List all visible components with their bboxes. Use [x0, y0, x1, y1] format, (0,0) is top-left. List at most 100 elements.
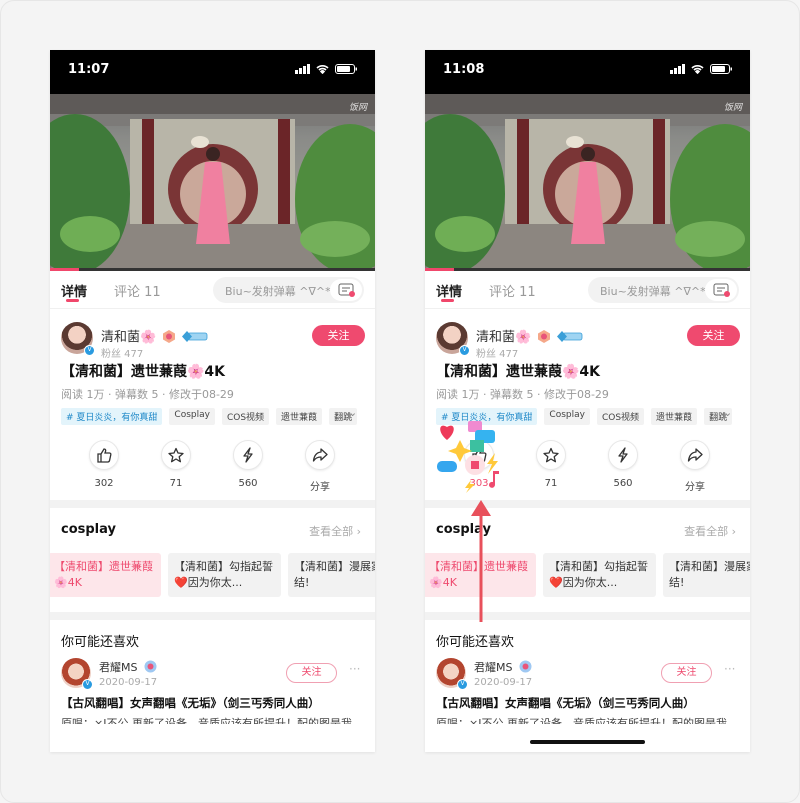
- verified-icon: V: [459, 345, 470, 356]
- danmaku-icon: [338, 283, 355, 297]
- view-all-link[interactable]: 查看全部 ›: [684, 523, 736, 539]
- gamepad-icon: [437, 461, 457, 472]
- share-button[interactable]: 分享: [680, 440, 710, 493]
- follow-button[interactable]: 关注: [687, 325, 740, 346]
- fans-count: 粉丝 477: [476, 349, 519, 360]
- tab-detail[interactable]: 详情: [61, 281, 87, 300]
- recommend-user-name[interactable]: 君耀MS: [474, 659, 532, 675]
- home-indicator[interactable]: [530, 740, 645, 744]
- tag[interactable]: COS视频: [221, 408, 270, 425]
- video-frame: [425, 94, 750, 268]
- tab-comments[interactable]: 评论 11: [114, 281, 161, 300]
- recommend-follow-button[interactable]: 关注: [286, 663, 337, 683]
- verified-icon: V: [82, 679, 93, 690]
- video-frame: [50, 94, 375, 268]
- heart-icon: [440, 425, 454, 440]
- status-icons: [295, 64, 357, 74]
- tag[interactable]: 遗世蒹葭: [276, 408, 323, 425]
- signal-icon: [670, 64, 685, 74]
- share-icon: [687, 448, 703, 462]
- user-badge-icon: [144, 660, 157, 673]
- more-options-icon[interactable]: ···: [724, 662, 735, 676]
- video-watermark: 饭网: [348, 103, 367, 113]
- video-player[interactable]: 饭网: [50, 94, 375, 268]
- author-name[interactable]: 清和菌🌸: [476, 326, 583, 345]
- wifi-icon: [316, 65, 329, 74]
- phone-screen-after: 11:08 饭网 详情 评论 11 Biu~发射弹幕 ^∇^* V 清和菌🌸 粉…: [425, 50, 750, 752]
- tag[interactable]: 遗世蒹葭: [651, 408, 698, 425]
- recommend-post-date: 2020-09-17: [99, 677, 158, 688]
- collection-card[interactable]: 【清和菌】漫展家集结!: [663, 553, 750, 597]
- recommend-follow-button[interactable]: 关注: [661, 663, 712, 683]
- recommend-user-avatar[interactable]: V: [61, 658, 93, 690]
- tag[interactable]: COS视频: [596, 408, 645, 425]
- collection-card[interactable]: 【清和菌】勾指起誓❤️因为你太...: [543, 553, 656, 597]
- status-bar: 11:08: [425, 50, 750, 94]
- tag[interactable]: Cosplay: [169, 408, 215, 425]
- post-meta: 阅读 1万 · 弹幕数 5 · 修改于08-29: [61, 388, 234, 401]
- charge-count: 560: [613, 478, 633, 489]
- recommend-user-name[interactable]: 君耀MS: [99, 659, 157, 675]
- tag-list: # 夏日炎炎，有你真甜 Cosplay COS视频 遗世蒹葭 翻跳: [61, 408, 358, 425]
- lightning-icon: [618, 447, 628, 463]
- post-title: 【清和菌】遗世蒹葭🌸4K: [61, 364, 226, 380]
- danmaku-input[interactable]: Biu~发射弹幕 ^∇^*: [588, 277, 739, 303]
- like-button[interactable]: 302: [89, 440, 119, 489]
- fans-count: 粉丝 477: [101, 349, 144, 360]
- tab-indicator: [441, 299, 454, 302]
- share-label: 分享: [310, 482, 330, 493]
- chevron-down-icon[interactable]: ⌄: [348, 406, 357, 419]
- collection-card[interactable]: 【清和菌】勾指起誓❤️因为你太...: [168, 553, 281, 597]
- share-icon: [312, 448, 328, 462]
- author-name-text: 清和菌🌸: [476, 330, 532, 345]
- danmaku-toggle-button[interactable]: [705, 279, 737, 301]
- status-time: 11:08: [443, 62, 485, 77]
- section-divider: [50, 612, 375, 620]
- tab-bar: 详情 评论 11 Biu~发射弹幕 ^∇^*: [425, 271, 750, 309]
- tab-detail[interactable]: 详情: [436, 281, 462, 300]
- author-avatar[interactable]: V: [61, 322, 95, 356]
- status-icons: [670, 64, 732, 74]
- danmaku-placeholder: Biu~发射弹幕 ^∇^*: [225, 285, 331, 298]
- chevron-down-icon[interactable]: ⌄: [723, 406, 732, 419]
- view-all-link[interactable]: 查看全部 ›: [309, 523, 361, 539]
- recommend-post-description: 原唱：×I不公 再新了设备，音质应该有所提升！配的图是我: [61, 717, 352, 724]
- video-player[interactable]: 饭网: [425, 94, 750, 268]
- favorite-count: 71: [544, 478, 558, 489]
- level-badge-icon: [182, 331, 208, 342]
- recommend-post-title[interactable]: 【古风翻唱】女声翻唱《无垢》（剑三丐秀同人曲）: [61, 695, 320, 711]
- favorite-button[interactable]: 71: [161, 440, 191, 489]
- annotation-arrow: [471, 500, 491, 622]
- like-burst-animation: [435, 418, 505, 493]
- verified-icon: V: [457, 679, 468, 690]
- danmaku-toggle-button[interactable]: [330, 279, 362, 301]
- recommend-user-avatar[interactable]: V: [436, 658, 468, 690]
- share-label: 分享: [685, 482, 705, 493]
- tab-comments[interactable]: 评论 11: [489, 281, 536, 300]
- recommend-post-title[interactable]: 【古风翻唱】女声翻唱《无垢》（剑三丐秀同人曲）: [436, 695, 695, 711]
- favorite-count: 71: [169, 478, 183, 489]
- author-name[interactable]: 清和菌🌸: [101, 326, 208, 345]
- collection-card-active[interactable]: 【清和菌】遗世蒹葭🌸4K: [50, 553, 161, 597]
- tag-topic[interactable]: # 夏日炎炎，有你真甜: [61, 408, 163, 425]
- more-options-icon[interactable]: ···: [349, 662, 360, 676]
- favorite-button[interactable]: 71: [536, 440, 566, 489]
- post-title: 【清和菌】遗世蒹葭🌸4K: [436, 364, 601, 380]
- arrow-shaft: [479, 514, 483, 622]
- collection-title: cosplay: [61, 522, 116, 537]
- recommend-title: 你可能还喜欢: [61, 635, 140, 650]
- tag[interactable]: Cosplay: [544, 408, 590, 425]
- author-avatar[interactable]: V: [436, 322, 470, 356]
- share-button[interactable]: 分享: [305, 440, 335, 493]
- charge-button[interactable]: 560: [608, 440, 638, 489]
- charge-button[interactable]: 560: [233, 440, 263, 489]
- battery-icon: [710, 64, 732, 74]
- charge-count: 560: [238, 478, 258, 489]
- music-note-icon: [489, 471, 499, 488]
- collection-card[interactable]: 【清和菌】漫展家集结!: [288, 553, 375, 597]
- danmaku-input[interactable]: Biu~发射弹幕 ^∇^*: [213, 277, 364, 303]
- medal-badge-icon: [163, 330, 176, 343]
- recommend-post-date: 2020-09-17: [474, 677, 533, 688]
- follow-button[interactable]: 关注: [312, 325, 365, 346]
- battery-icon: [335, 64, 357, 74]
